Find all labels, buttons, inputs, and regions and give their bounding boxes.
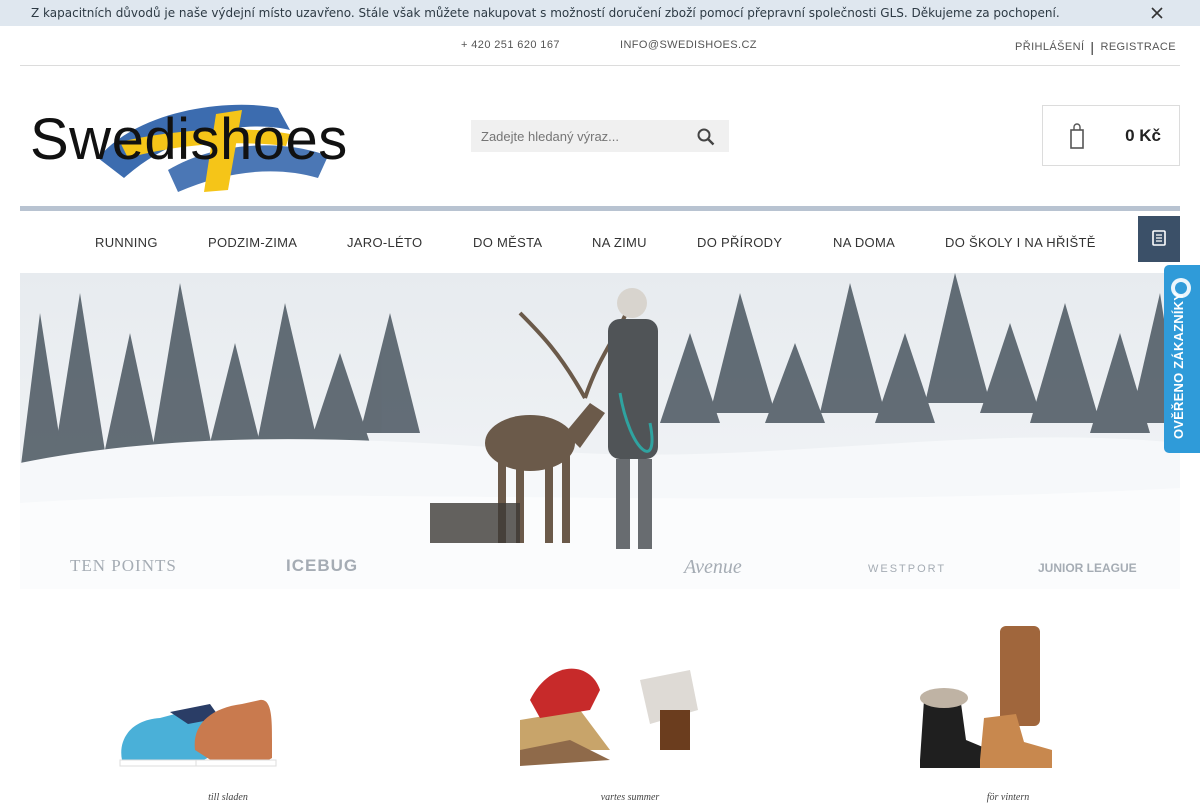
menu-icon — [1152, 230, 1166, 246]
category-caption: till sladen — [208, 792, 248, 803]
top-bar: + 420 251 620 167 INFO@SWEDISHOES.CZ PŘI… — [20, 26, 1180, 66]
main-nav: RUNNING PODZIM-ZIMA JARO-LÉTO DO MĚSTA N… — [20, 206, 1180, 262]
account-separator: | — [1090, 39, 1095, 55]
notice-text: Z kapacitních důvodů je naše výdejní mís… — [31, 6, 1060, 20]
nav-item-do-prirody[interactable]: DO PŘÍRODY — [697, 235, 782, 250]
trust-badge[interactable]: OVĚŘENO ZÁKAZNÍKY — [1164, 265, 1200, 453]
bag-icon — [1070, 123, 1084, 149]
trust-badge-text: OVĚŘENO ZÁKAZNÍKY — [1171, 291, 1186, 439]
category-caption: vartes summer — [600, 792, 660, 803]
category-card-boots[interactable]: för vintern — [820, 600, 1180, 803]
phone-link[interactable]: + 420 251 620 167 — [455, 39, 560, 51]
hero-banner[interactable]: TEN POINTS ICEBUG Avenue WESTPORT JUNIOR… — [20, 273, 1180, 589]
brand-icebug: ICEBUG — [286, 556, 359, 575]
email-address: INFO@SWEDISHOES.CZ — [620, 39, 757, 51]
sneakers-image — [119, 699, 277, 767]
nav-item-do-mesta[interactable]: DO MĚSTA — [473, 235, 542, 250]
brand-westport: WESTPORT — [868, 563, 947, 575]
notice-bar: Z kapacitních důvodů je naše výdejní mís… — [0, 0, 1200, 26]
logo-text: Swedishoes — [30, 107, 348, 172]
nav-item-do-skoly[interactable]: DO ŠKOLY I NA HŘIŠTĚ — [945, 235, 1096, 250]
nav-item-na-zimu[interactable]: NA ZIMU — [592, 235, 647, 250]
nav-item-na-doma[interactable]: NA DOMA — [833, 235, 895, 250]
nav-item-running[interactable]: RUNNING — [95, 235, 158, 250]
winter-scene-image — [20, 273, 1180, 589]
search-icon[interactable] — [695, 126, 717, 148]
search-input[interactable] — [471, 120, 691, 152]
nav-item-jaro-leto[interactable]: JARO-LÉTO — [347, 235, 422, 250]
search-box — [471, 120, 729, 152]
brand-ten-points: TEN POINTS — [70, 556, 177, 575]
phone-number: + 420 251 620 167 — [461, 39, 560, 51]
nav-item-podzim-zima[interactable]: PODZIM-ZIMA — [208, 235, 297, 250]
category-card-sandals[interactable]: vartes summer — [420, 600, 780, 803]
site-logo[interactable]: Swedishoes — [28, 100, 400, 196]
cart-button[interactable]: 0 Kč — [1042, 105, 1180, 166]
close-icon[interactable] — [1150, 6, 1164, 20]
register-link[interactable]: REGISTRACE — [1100, 41, 1176, 53]
account-links: PŘIHLÁŠENÍ | REGISTRACE — [1009, 39, 1176, 55]
category-caption: för vintern — [986, 792, 1030, 803]
brand-junior-league: JUNIOR LEAGUE — [1038, 561, 1137, 575]
login-link[interactable]: PŘIHLÁŠENÍ — [1015, 41, 1084, 53]
cart-total: 0 Kč — [1125, 126, 1161, 145]
email-link[interactable]: INFO@SWEDISHOES.CZ — [614, 39, 757, 51]
brand-avenue: Avenue — [684, 556, 742, 578]
menu-button[interactable] — [1138, 216, 1180, 262]
category-card-sneakers[interactable]: till sladen — [20, 600, 380, 803]
boots-image — [920, 626, 1052, 768]
sandals-image — [520, 668, 698, 766]
